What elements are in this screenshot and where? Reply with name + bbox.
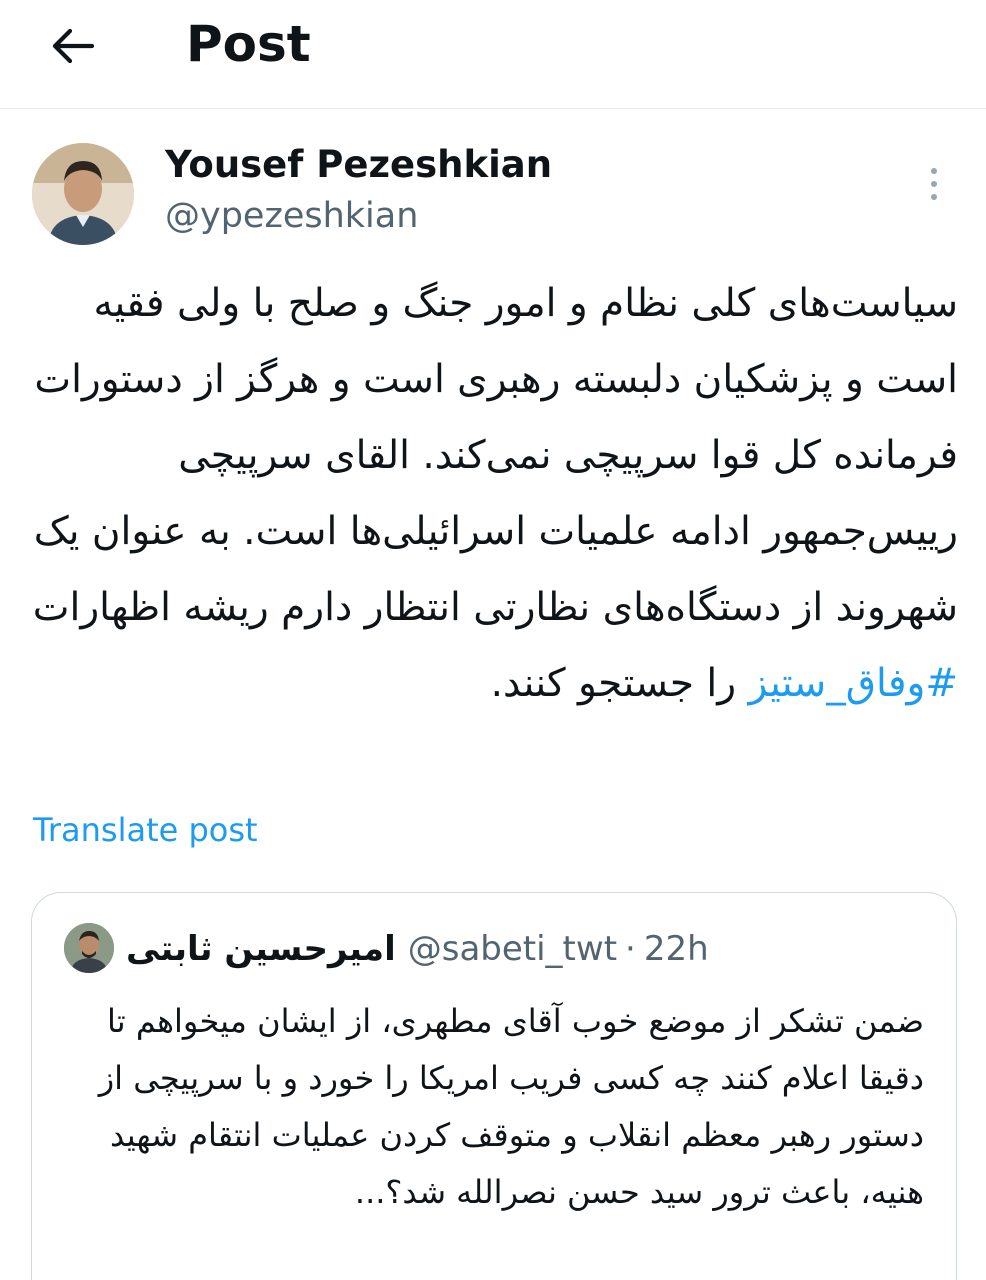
ellipsis-dot [931, 194, 937, 200]
quote-author-name: امیرحسین ثابتی [126, 929, 396, 969]
quote-separator: · [625, 929, 636, 969]
back-button[interactable] [44, 18, 100, 74]
quote-user-avatar-icon [64, 923, 114, 973]
tweet-text-before: سیاست‌های کلی نظام و امور جنگ و صلح با و… [32, 281, 958, 630]
page-title: Post [186, 15, 311, 73]
quote-text: ضمن تشکر از موضع خوب آقای مطهری، از ایشا… [98, 1002, 924, 1211]
translate-post-link[interactable]: Translate post [33, 808, 258, 852]
author-handle[interactable]: @ypezeshkian [165, 192, 418, 240]
quoted-tweet-card[interactable]: امیرحسین ثابتی @sabeti_twt · 22h ضمن تشک… [31, 892, 957, 1280]
tweet-text: سیاست‌های کلی نظام و امور جنگ و صلح با و… [30, 266, 958, 722]
quote-author-handle: @sabeti_twt [407, 929, 618, 969]
top-bar: Post [0, 0, 986, 109]
arrow-left-icon [52, 28, 94, 64]
vertical-ellipsis-icon [931, 168, 937, 174]
author-avatar[interactable] [32, 143, 134, 245]
post-page: Post Yousef Pezeshkian @ypezeshkian سیاس… [0, 0, 986, 1280]
quote-header: امیرحسین ثابتی @sabeti_twt · 22h [126, 921, 709, 977]
hashtag-link[interactable]: #وفاق_ستیز [748, 661, 958, 706]
user-avatar-icon [32, 143, 134, 245]
quote-author-avatar [64, 923, 114, 973]
author-name[interactable]: Yousef Pezeshkian [165, 141, 552, 189]
more-options-button[interactable] [916, 160, 952, 208]
ellipsis-dot [931, 181, 937, 187]
quote-timestamp: 22h [643, 929, 709, 969]
tweet-text-after: را جستجو کنند. [490, 661, 749, 706]
